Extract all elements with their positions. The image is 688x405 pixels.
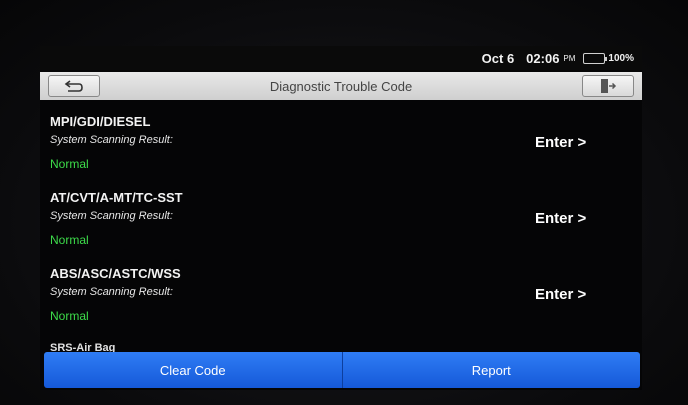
- status-time: 02:06: [526, 50, 560, 66]
- status-ampm: PM: [563, 53, 576, 63]
- scan-result-status: Normal: [50, 157, 89, 171]
- system-item: ABS/ASC/ASTC/WSS System Scanning Result:…: [40, 266, 642, 342]
- device-screen: Oct 6 02:06 PM 100% Diagnostic Trouble C…: [40, 46, 642, 390]
- back-arrow-icon: [64, 80, 83, 92]
- exit-button[interactable]: [582, 75, 634, 97]
- scan-result-label: System Scanning Result:: [50, 286, 173, 298]
- system-item: AT/CVT/A-MT/TC-SST System Scanning Resul…: [40, 190, 642, 266]
- system-name: AT/CVT/A-MT/TC-SST: [50, 190, 183, 205]
- back-button[interactable]: [48, 75, 100, 97]
- enter-button[interactable]: Enter >: [535, 134, 586, 151]
- title-bar: Diagnostic Trouble Code: [40, 72, 642, 100]
- enter-button[interactable]: Enter >: [535, 210, 586, 227]
- report-button[interactable]: Report: [342, 352, 640, 388]
- battery-percent: 100%: [608, 52, 634, 64]
- system-name: MPI/GDI/DIESEL: [50, 114, 151, 129]
- system-item: MPI/GDI/DIESEL System Scanning Result: N…: [40, 114, 642, 190]
- status-bar: Oct 6 02:06 PM 100%: [40, 46, 642, 70]
- status-date: Oct 6: [481, 50, 515, 66]
- scan-result-status: Normal: [50, 309, 89, 323]
- page-title: Diagnostic Trouble Code: [269, 78, 413, 94]
- system-name: ABS/ASC/ASTC/WSS: [50, 266, 181, 281]
- clear-code-button[interactable]: Clear Code: [44, 352, 343, 388]
- bottom-action-bar: Clear Code Report: [44, 352, 640, 388]
- scan-result-label: System Scanning Result:: [50, 210, 173, 222]
- exit-door-icon: [601, 79, 617, 93]
- system-list: MPI/GDI/DIESEL System Scanning Result: N…: [40, 114, 642, 342]
- device-photo: Oct 6 02:06 PM 100% Diagnostic Trouble C…: [0, 0, 688, 405]
- enter-button[interactable]: Enter >: [535, 286, 586, 303]
- scan-result-status: Normal: [50, 233, 89, 247]
- battery-icon: [583, 52, 608, 64]
- scan-result-label: System Scanning Result:: [50, 134, 173, 146]
